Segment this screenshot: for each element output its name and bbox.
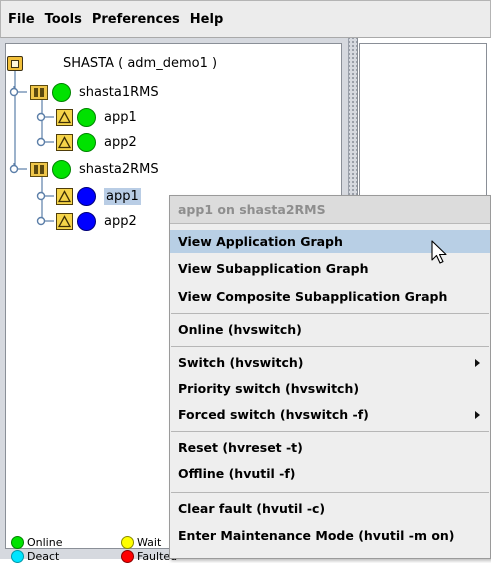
tree-node-app1[interactable]: app1 [36, 106, 137, 128]
menu-item-label: Enter Maintenance Mode (hvutil -m on) [178, 528, 455, 543]
legend-item-deact: Deact [11, 550, 59, 563]
tree-node-app2[interactable]: app2 [36, 131, 137, 153]
tree-root[interactable]: SHASTA ( adm_demo1 ) [7, 52, 217, 74]
tree-node-label: shasta2RMS [79, 161, 159, 177]
menu-separator [171, 313, 489, 314]
menu-item-enter-maintenance-mode[interactable]: Enter Maintenance Mode (hvutil -m on) [170, 524, 490, 547]
application-icon [56, 108, 73, 126]
menu-bar: File Tools Preferences Help [0, 0, 491, 38]
menu-item-label: View Composite Subapplication Graph [178, 289, 448, 304]
tree-node-label: app1 [104, 187, 141, 205]
status-offline-icon [77, 186, 96, 206]
tree-node-app1-selected[interactable]: app1 [36, 185, 141, 207]
status-offline-icon [77, 211, 96, 231]
status-online-icon [52, 159, 71, 179]
menu-item-label: Forced switch (hvswitch -f) [178, 407, 369, 422]
status-online-icon [77, 107, 96, 127]
menu-item-label: Clear fault (hvutil -c) [178, 501, 326, 516]
expand-handle-icon[interactable] [8, 163, 28, 175]
expand-handle-icon[interactable] [36, 190, 54, 202]
status-online-icon [77, 132, 96, 152]
tree-node-label: app1 [104, 109, 137, 125]
tree-node-label: app2 [104, 134, 137, 150]
legend-label: Online [27, 536, 63, 549]
system-icon [30, 84, 48, 100]
status-faulted-icon [121, 550, 134, 563]
menu-item-view-composite-subapplication-graph[interactable]: View Composite Subapplication Graph [170, 285, 490, 308]
menu-item-label: View Subapplication Graph [178, 261, 369, 276]
tree-node-app2[interactable]: app2 [36, 210, 137, 232]
menu-item-offline[interactable]: Offline (hvutil -f) [170, 462, 490, 485]
mouse-pointer-icon [431, 240, 447, 264]
menu-item-label: Reset (hvreset -t) [178, 440, 303, 455]
system-icon [30, 161, 48, 177]
menu-item-label: Offline (hvutil -f) [178, 466, 296, 481]
tree-node-shasta1RMS[interactable]: shasta1RMS [8, 81, 159, 103]
submenu-arrow-icon [475, 410, 480, 419]
menu-item-label: View Application Graph [178, 234, 343, 249]
menu-help[interactable]: Help [189, 10, 224, 29]
menu-item-forced-switch[interactable]: Forced switch (hvswitch -f) [170, 403, 490, 426]
menu-preferences[interactable]: Preferences [91, 10, 181, 29]
status-wait-icon [121, 536, 134, 549]
application-icon [56, 212, 73, 230]
menu-item-online[interactable]: Online (hvswitch) [170, 318, 490, 341]
submenu-arrow-icon [475, 358, 480, 367]
expand-handle-icon[interactable] [36, 111, 54, 123]
expand-handle-icon[interactable] [8, 86, 28, 98]
legend-item-online: Online [11, 536, 62, 549]
menu-item-reset[interactable]: Reset (hvreset -t) [170, 436, 490, 459]
menu-item-switch[interactable]: Switch (hvswitch) [170, 351, 490, 374]
legend-label: Wait [137, 536, 162, 549]
menu-item-clear-fault[interactable]: Clear fault (hvutil -c) [170, 497, 490, 520]
context-menu-title: app1 on shasta2RMS [170, 196, 490, 224]
expand-handle-icon[interactable] [36, 215, 54, 227]
application-icon [56, 133, 73, 151]
menu-separator [171, 431, 489, 432]
tree-node-label: app2 [104, 213, 137, 229]
menu-item-label: Switch (hvswitch) [178, 355, 304, 370]
menu-separator [171, 492, 489, 493]
menu-item-label: Priority switch (hvswitch) [178, 381, 360, 396]
menu-item-priority-switch[interactable]: Priority switch (hvswitch) [170, 377, 490, 400]
application-icon [56, 187, 73, 205]
legend-item-wait: Wait [121, 536, 161, 549]
menu-tools[interactable]: Tools [44, 10, 83, 29]
status-online-icon [52, 82, 71, 102]
menu-file[interactable]: File [7, 10, 36, 29]
cluster-icon [7, 55, 23, 71]
menu-item-label: Online (hvswitch) [178, 322, 302, 337]
expand-handle-icon[interactable] [36, 136, 54, 148]
status-deact-icon [11, 550, 24, 563]
tree-node-shasta2RMS[interactable]: shasta2RMS [8, 158, 159, 180]
tree-node-label: shasta1RMS [79, 84, 159, 100]
legend-label: Deact [27, 550, 60, 563]
menu-separator [171, 346, 489, 347]
status-online-icon [11, 536, 24, 549]
tree-root-label: SHASTA ( adm_demo1 ) [63, 55, 218, 71]
